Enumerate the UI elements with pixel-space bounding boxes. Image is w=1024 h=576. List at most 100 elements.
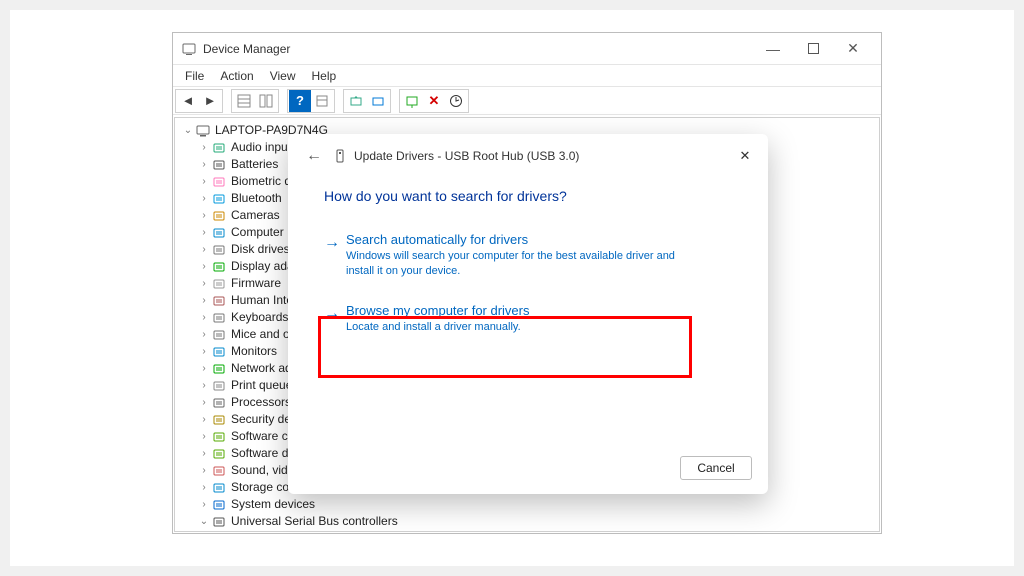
category-icon — [211, 310, 227, 326]
option-browse-computer[interactable]: → Browse my computer for drivers Locate … — [324, 297, 740, 349]
option-desc: Windows will search your computer for th… — [346, 249, 686, 279]
category-icon — [211, 327, 227, 343]
usb-device-icon — [227, 531, 243, 533]
toolbar: ◄ ► ? ✕ — [173, 87, 881, 115]
chevron-right-icon[interactable]: › — [197, 411, 211, 428]
category-icon — [211, 259, 227, 275]
chevron-right-icon[interactable]: › — [197, 258, 211, 275]
category-label: Computer — [231, 224, 284, 241]
update-driver-icon[interactable] — [345, 90, 367, 112]
forward-icon[interactable]: ► — [199, 90, 221, 112]
menu-bar: File Action View Help — [173, 65, 881, 87]
chevron-right-icon[interactable]: › — [197, 377, 211, 394]
arrow-right-icon: → — [324, 234, 340, 252]
cancel-button[interactable]: Cancel — [680, 456, 752, 480]
chevron-right-icon[interactable]: › — [197, 445, 211, 462]
category-label: Keyboards — [231, 309, 288, 326]
category-icon — [211, 429, 227, 445]
category-label: Cameras — [231, 207, 280, 224]
chevron-right-icon[interactable]: › — [197, 190, 211, 207]
tree-category[interactable]: › System devices — [181, 496, 879, 513]
dialog-title: Update Drivers - USB Root Hub (USB 3.0) — [354, 149, 730, 163]
chevron-right-icon[interactable]: › — [197, 462, 211, 479]
dialog-titlebar: ← Update Drivers - USB Root Hub (USB 3.0… — [288, 134, 768, 178]
menu-view[interactable]: View — [262, 67, 304, 85]
category-icon — [211, 140, 227, 156]
menu-file[interactable]: File — [177, 67, 212, 85]
option-title: Search automatically for drivers — [346, 232, 740, 247]
view-mode-icon[interactable] — [233, 90, 255, 112]
chevron-down-icon[interactable]: ⌄ — [197, 513, 211, 530]
properties-icon[interactable] — [311, 90, 333, 112]
category-label: Universal Serial Bus controllers — [231, 513, 398, 530]
uninstall-icon[interactable]: ✕ — [423, 90, 445, 112]
option-search-automatically[interactable]: → Search automatically for drivers Windo… — [324, 226, 740, 297]
chevron-right-icon[interactable]: › — [197, 292, 211, 309]
chevron-right-icon[interactable]: › — [197, 156, 211, 173]
update-drivers-dialog: ← Update Drivers - USB Root Hub (USB 3.0… — [288, 134, 768, 494]
minimize-button[interactable]: — — [753, 36, 793, 62]
maximize-button[interactable] — [793, 36, 833, 62]
close-button[interactable]: ✕ — [833, 36, 873, 62]
chevron-right-icon[interactable]: › — [197, 241, 211, 258]
menu-help[interactable]: Help — [304, 67, 345, 85]
arrow-right-icon: → — [324, 305, 340, 323]
option-desc: Locate and install a driver manually. — [346, 320, 686, 335]
category-label: Processors — [231, 394, 291, 411]
window-title: Device Manager — [203, 42, 753, 56]
category-label: Monitors — [231, 343, 277, 360]
chevron-right-icon[interactable]: › — [197, 343, 211, 360]
chevron-right-icon[interactable]: › — [197, 224, 211, 241]
close-icon[interactable]: ✕ — [730, 142, 760, 170]
category-icon — [211, 497, 227, 513]
tree-category[interactable]: ⌄ Universal Serial Bus controllers — [181, 513, 879, 530]
category-icon — [211, 174, 227, 190]
chevron-right-icon[interactable]: › — [197, 309, 211, 326]
menu-action[interactable]: Action — [212, 67, 261, 85]
help-icon[interactable]: ? — [289, 90, 311, 112]
category-icon — [211, 446, 227, 462]
category-icon — [211, 293, 227, 309]
enable-icon[interactable] — [401, 90, 423, 112]
category-icon — [211, 412, 227, 428]
option-title: Browse my computer for drivers — [346, 303, 740, 318]
category-icon — [211, 344, 227, 360]
category-icon — [211, 463, 227, 479]
show-hidden-icon[interactable] — [255, 90, 277, 112]
category-icon — [211, 225, 227, 241]
back-button[interactable]: ← — [300, 142, 328, 170]
category-icon — [211, 514, 227, 530]
category-icon — [211, 480, 227, 496]
titlebar: Device Manager — ✕ — [173, 33, 881, 65]
category-icon — [211, 208, 227, 224]
chevron-down-icon[interactable]: ⌄ — [181, 122, 195, 139]
chevron-right-icon[interactable]: › — [197, 479, 211, 496]
usb-icon — [332, 148, 348, 164]
category-icon — [211, 395, 227, 411]
chevron-right-icon[interactable]: › — [197, 360, 211, 377]
category-label: System devices — [231, 496, 315, 513]
chevron-right-icon[interactable]: › — [197, 173, 211, 190]
add-legacy-icon[interactable] — [445, 90, 467, 112]
chevron-right-icon[interactable]: › — [197, 207, 211, 224]
category-label: Disk drives — [231, 241, 290, 258]
category-icon — [211, 361, 227, 377]
category-label: Bluetooth — [231, 190, 282, 207]
category-label: Batteries — [231, 156, 278, 173]
tree-device[interactable]: Intel(R) USB 3.0 eXtensible Host Control… — [181, 530, 879, 532]
device-label: Intel(R) USB 3.0 eXtensible Host Control… — [247, 530, 477, 532]
chevron-right-icon[interactable]: › — [197, 428, 211, 445]
chevron-right-icon[interactable]: › — [197, 496, 211, 513]
category-icon — [211, 378, 227, 394]
category-label: Firmware — [231, 275, 281, 292]
chevron-right-icon[interactable]: › — [197, 394, 211, 411]
back-icon[interactable]: ◄ — [177, 90, 199, 112]
scan-icon[interactable] — [367, 90, 389, 112]
app-icon — [181, 41, 197, 57]
category-icon — [211, 157, 227, 173]
category-icon — [211, 191, 227, 207]
chevron-right-icon[interactable]: › — [197, 139, 211, 156]
chevron-right-icon[interactable]: › — [197, 326, 211, 343]
chevron-right-icon[interactable]: › — [197, 275, 211, 292]
computer-icon — [195, 123, 211, 139]
